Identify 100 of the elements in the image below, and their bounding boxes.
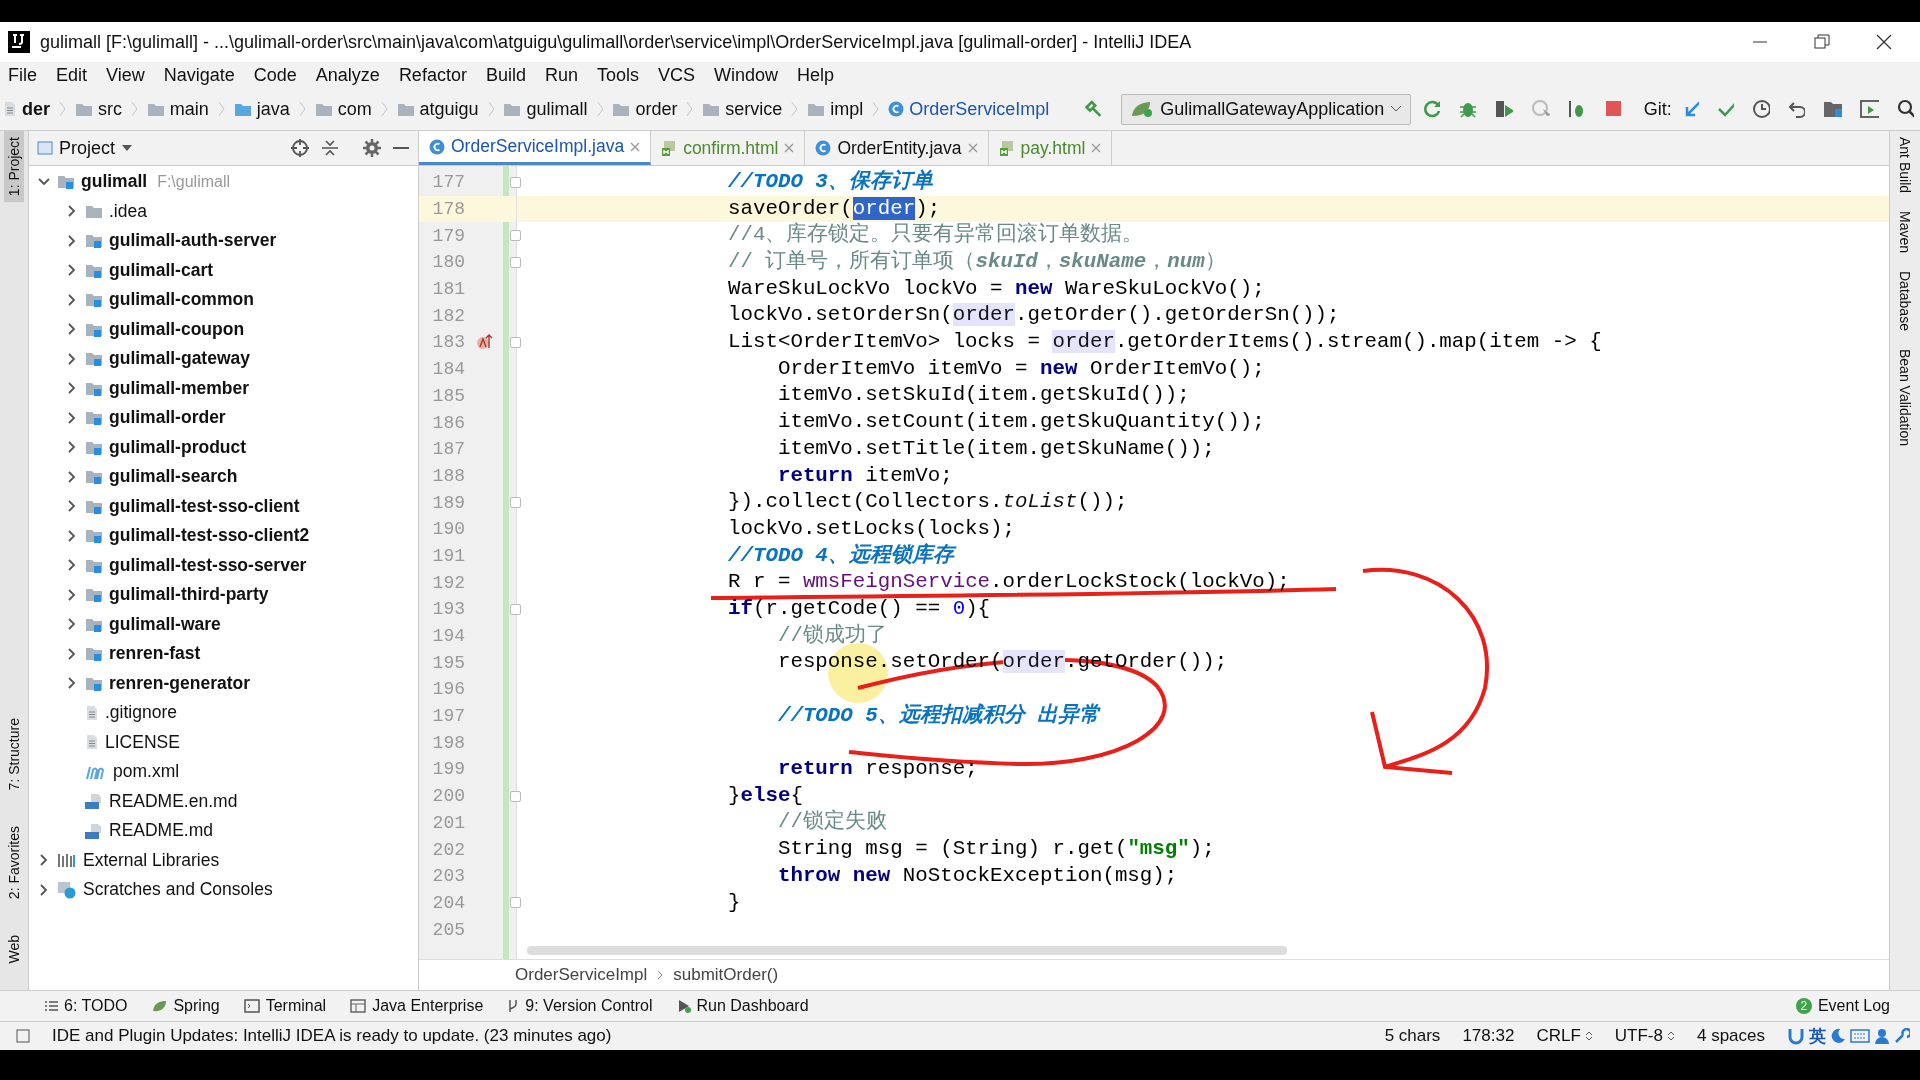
tool-window-tab[interactable]: 9: Version Control: [525, 997, 653, 1015]
menu-item[interactable]: Analyze: [313, 64, 382, 86]
breadcrumb-item[interactable]: der: [22, 98, 50, 120]
hide-icon[interactable]: [392, 146, 410, 150]
crosshair-icon[interactable]: [290, 138, 310, 158]
menu-item[interactable]: File: [6, 64, 39, 86]
run-window-icon[interactable]: [1859, 99, 1879, 119]
menu-item[interactable]: Run: [542, 64, 580, 86]
fold-marker[interactable]: [510, 790, 521, 802]
close-icon[interactable]: [1876, 34, 1892, 50]
tool-window-tab[interactable]: Ant Build: [1897, 137, 1913, 194]
maximize-icon[interactable]: [1814, 34, 1830, 50]
breadcrumb-item[interactable]: gulimall: [526, 98, 588, 120]
breadcrumb-item[interactable]: java: [256, 98, 290, 120]
tree-item[interactable]: gulimall-test-sso-client: [109, 495, 300, 517]
horseshoe-icon[interactable]: [1787, 1027, 1805, 1045]
tree-item[interactable]: gulimall-cart: [109, 259, 214, 281]
tree-item[interactable]: gulimall-coupon: [109, 318, 245, 340]
tool-window-tab[interactable]: 2: Favorites: [4, 820, 24, 906]
hammer-icon[interactable]: [1084, 98, 1104, 120]
undo-icon[interactable]: [1787, 99, 1805, 119]
caret-position[interactable]: 178:32: [1462, 1026, 1515, 1046]
input-method-indicator[interactable]: 英: [1809, 1024, 1826, 1048]
editor-tab[interactable]: OrderEntity.java: [805, 131, 989, 165]
tree-item[interactable]: LICENSE: [105, 731, 180, 753]
tree-item[interactable]: gulimall-test-sso-client2: [109, 525, 310, 547]
fold-marker[interactable]: [510, 256, 521, 268]
tool-window-tab[interactable]: Database: [1897, 271, 1913, 331]
tree-item[interactable]: gulimall-member: [109, 377, 250, 399]
tool-window-tab[interactable]: Maven: [1897, 211, 1913, 254]
horizontal-scrollbar[interactable]: [527, 946, 1287, 955]
menu-item[interactable]: Build: [483, 64, 528, 86]
keyboard-icon[interactable]: [1850, 1029, 1870, 1043]
fold-marker[interactable]: [510, 497, 521, 509]
wrench-icon[interactable]: [1894, 1028, 1910, 1044]
rerun-icon[interactable]: [1423, 99, 1441, 119]
tree-item[interactable]: gulimall-ware: [109, 613, 221, 635]
coverage-icon[interactable]: [1493, 99, 1513, 119]
breadcrumb-item[interactable]: src: [97, 98, 122, 120]
breadcrumb-item[interactable]: order: [635, 98, 678, 120]
breadcrumb-item[interactable]: OrderServiceImpl: [515, 965, 648, 985]
tree-item[interactable]: gulimall-test-sso-server: [109, 554, 307, 576]
status-message[interactable]: IDE and Plugin Updates: IntelliJ IDEA is ready to update. (23 minutes ago): [52, 1026, 1363, 1046]
tree-item[interactable]: gulimall-product: [109, 436, 247, 458]
tree-item[interactable]: README.en.md: [109, 790, 238, 812]
project-view-dropdown[interactable]: Project: [59, 137, 116, 159]
project-structure-icon[interactable]: [1822, 99, 1842, 119]
tree-item[interactable]: README.md: [109, 820, 214, 842]
menu-item[interactable]: VCS: [656, 64, 697, 86]
editor-tab[interactable]: pay.html: [988, 131, 1113, 165]
breadcrumb-item[interactable]: main: [169, 98, 209, 120]
tool-window-tab[interactable]: Bean Validation: [1897, 349, 1913, 447]
editor-tab[interactable]: confirm.html: [651, 131, 806, 165]
user-icon[interactable]: [1874, 1028, 1890, 1044]
tree-item[interactable]: gulimall: [81, 171, 148, 193]
moon-icon[interactable]: [1830, 1028, 1846, 1044]
breadcrumb-item[interactable]: submitOrder(): [673, 965, 779, 985]
tree-item[interactable]: pom.xml: [113, 761, 180, 783]
tree-item[interactable]: renren-fast: [109, 643, 201, 665]
menu-item[interactable]: Tools: [594, 64, 641, 86]
tree-item[interactable]: .idea: [109, 200, 147, 222]
tool-window-tab[interactable]: Web: [4, 929, 24, 970]
breadcrumb-item[interactable]: impl: [830, 98, 864, 120]
tree-item[interactable]: gulimall-order: [109, 407, 226, 429]
menu-item[interactable]: Code: [251, 64, 299, 86]
tool-window-tab[interactable]: 1: Project: [4, 131, 24, 203]
fold-marker[interactable]: [510, 230, 521, 242]
tree-item[interactable]: renren-generator: [109, 672, 250, 694]
tree-item[interactable]: gulimall-search: [109, 466, 238, 488]
line-separator[interactable]: CRLF: [1536, 1026, 1581, 1046]
settings-icon[interactable]: [362, 138, 382, 158]
panel-toggle-icon[interactable]: [16, 1029, 30, 1043]
breadcrumb-item[interactable]: com: [337, 98, 372, 120]
tree-item[interactable]: gulimall-common: [109, 289, 254, 311]
tool-window-tab[interactable]: 6: TODO: [64, 997, 128, 1015]
tool-window-tab[interactable]: Run Dashboard: [696, 997, 809, 1015]
tool-window-tab[interactable]: Terminal: [265, 997, 327, 1015]
tree-item[interactable]: gulimall-auth-server: [109, 230, 277, 252]
menu-item[interactable]: Navigate: [161, 64, 237, 86]
collapse-all-icon[interactable]: [320, 138, 340, 158]
menu-item[interactable]: Window: [712, 64, 781, 86]
tree-item[interactable]: gulimall-third-party: [109, 584, 269, 606]
fold-marker[interactable]: [510, 897, 521, 909]
file-encoding[interactable]: UTF-8: [1614, 1026, 1663, 1046]
tree-item[interactable]: Scratches and Consoles: [83, 879, 273, 901]
menu-item[interactable]: View: [104, 64, 147, 86]
run-configuration-dropdown[interactable]: GulimallGatewayApplication: [1121, 93, 1412, 125]
tree-item[interactable]: gulimall-gateway: [109, 348, 250, 370]
tree-item[interactable]: External Libraries: [83, 849, 220, 871]
menu-item[interactable]: Help: [795, 64, 837, 86]
breadcrumb-item[interactable]: OrderServiceImpl: [909, 98, 1050, 120]
breadcrumb-item[interactable]: service: [725, 98, 783, 120]
stop-icon[interactable]: [1604, 99, 1622, 119]
indent-setting[interactable]: 4 spaces: [1696, 1026, 1765, 1046]
tree-item[interactable]: .gitignore: [105, 702, 177, 724]
tool-window-tab[interactable]: 7: Structure: [4, 711, 24, 797]
lambda-arrow-icon[interactable]: [476, 333, 494, 352]
clock-icon[interactable]: [1752, 99, 1770, 119]
dropdown-arrow-icon[interactable]: [121, 144, 134, 152]
fold-marker[interactable]: [510, 603, 521, 615]
